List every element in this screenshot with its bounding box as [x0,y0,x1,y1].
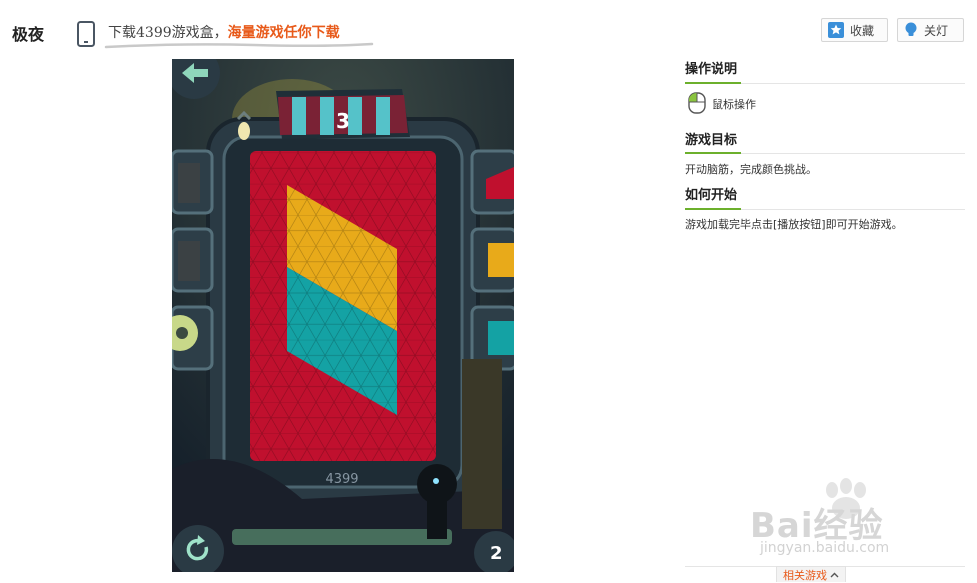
chevron-up-icon [830,572,839,577]
star-icon [828,22,844,38]
related-games-tab[interactable]: 相关游戏 [776,566,846,582]
promo-text-download: 下载4399游戏盒， [108,25,228,41]
goal-divider [685,152,965,154]
start-heading: 如何开始 [685,188,738,203]
promo-underline [104,42,374,49]
controls-heading: 操作说明 [685,62,738,77]
game-title: 极夜 [12,25,45,44]
related-games-label: 相关游戏 [783,568,827,582]
goal-heading: 游戏目标 [685,133,738,148]
right-color-slots [470,149,514,371]
lights-off-button[interactable]: 关灯 [897,18,964,42]
start-divider [685,208,965,210]
left-color-slots [172,149,214,371]
goal-text: 开动脑筋，完成颜色挑战。 [685,163,817,176]
controls-divider [685,82,965,84]
moves-counter: 2 [490,543,503,564]
puzzle-board [250,151,436,461]
mouse-icon [688,92,706,114]
lights-off-label: 关灯 [924,23,949,38]
game-canvas[interactable]: 3 4399 2 [172,59,514,572]
phone-icon [77,21,95,47]
game-scene [172,59,514,572]
level-number: 3 [336,109,350,133]
game-brand-label: 4399 [325,472,359,487]
promo-text-highlight: 海量游戏任你下载 [227,25,340,41]
favorite-label: 收藏 [850,23,875,38]
start-text: 游戏加载完毕点击[播放按钮]即可开始游戏。 [685,218,903,231]
baidu-watermark-url: jingyan.baidu.com [760,540,890,556]
download-promo-link[interactable]: 下载4399游戏盒，海量游戏任你下载 [108,22,340,42]
controls-text: 鼠标操作 [712,98,756,111]
favorite-button[interactable]: 收藏 [821,18,888,42]
lightbulb-icon [905,22,917,36]
